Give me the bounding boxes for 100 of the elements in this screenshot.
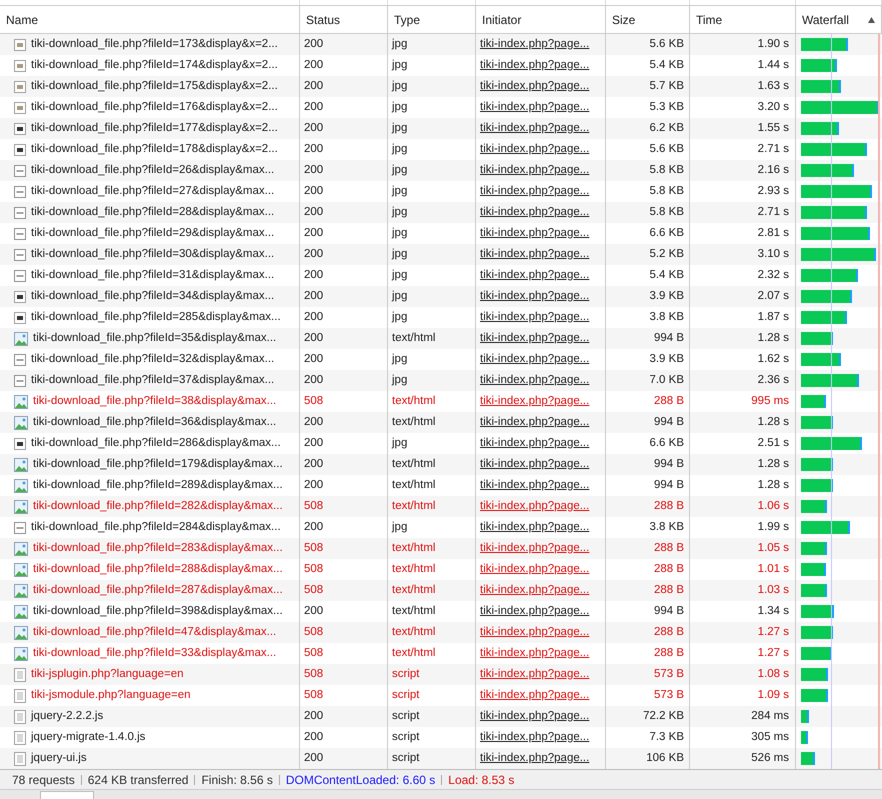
request-name[interactable]: tiki-download_file.php?fileId=284&display&max... (31, 518, 281, 536)
status-code: 200 (304, 330, 324, 346)
request-name[interactable]: tiki-download_file.php?fileId=35&display&max... (33, 330, 276, 348)
initiator-link[interactable]: tiki-index.php?page... (480, 602, 590, 620)
column-header[interactable]: Initiator (482, 10, 522, 28)
initiator-link[interactable]: tiki-index.php?page... (480, 476, 590, 494)
column-header[interactable]: Status (306, 10, 340, 28)
initiator-link[interactable]: tiki-index.php?page... (480, 36, 590, 54)
initiator-link[interactable]: tiki-index.php?page... (480, 182, 590, 200)
request-name[interactable]: tiki-download_file.php?fileId=36&display&max... (33, 414, 276, 432)
request-name[interactable]: tiki-download_file.php?fileId=282&display&max... (33, 498, 283, 516)
request-name[interactable]: tiki-jsplugin.php?language=en (31, 666, 184, 684)
waterfall-bar (801, 38, 848, 51)
waterfall-bar (801, 416, 833, 429)
time-text: 526 ms (751, 750, 789, 766)
request-name[interactable]: tiki-download_file.php?fileId=176&display&x=2... (31, 98, 278, 116)
request-name[interactable]: tiki-download_file.php?fileId=28&display&max... (31, 204, 274, 222)
request-name[interactable]: tiki-download_file.php?fileId=31&display&max... (31, 266, 274, 284)
request-name[interactable]: jquery-migrate-1.4.0.js (31, 728, 146, 746)
waterfall-bar (801, 479, 833, 492)
initiator-link[interactable]: tiki-index.php?page... (480, 120, 590, 138)
size-text: 994 B (654, 414, 684, 430)
type-text: text/html (392, 646, 436, 661)
time-text: 1.28 s (758, 478, 789, 493)
request-name[interactable]: tiki-download_file.php?fileId=30&display&max... (31, 246, 274, 264)
waterfall-bar (801, 185, 872, 198)
request-name[interactable]: tiki-download_file.php?fileId=177&display&x=2... (31, 120, 278, 138)
request-name[interactable]: tiki-jsmodule.php?language=en (31, 686, 191, 704)
initiator-link[interactable]: tiki-index.php?page... (480, 288, 590, 306)
waterfall-bar (801, 395, 826, 408)
status-code: 508 (304, 624, 324, 640)
initiator-link[interactable]: tiki-index.php?page... (480, 56, 590, 74)
request-name[interactable]: tiki-download_file.php?fileId=179&display&max... (33, 456, 283, 474)
request-name[interactable]: tiki-download_file.php?fileId=29&display&max... (31, 224, 274, 242)
initiator-link[interactable]: tiki-index.php?page... (480, 434, 590, 452)
column-header[interactable]: Time (696, 10, 722, 28)
size-text: 6.2 KB (649, 120, 684, 136)
initiator-link[interactable]: tiki-index.php?page... (480, 686, 590, 704)
initiator-link[interactable]: tiki-index.php?page... (480, 582, 590, 600)
request-name[interactable]: tiki-download_file.php?fileId=289&display&max... (33, 476, 283, 494)
initiator-link[interactable]: tiki-index.php?page... (480, 392, 590, 410)
waterfall-bar (801, 269, 858, 282)
status-code: 508 (304, 666, 324, 682)
column-header[interactable]: Type (394, 10, 420, 28)
type-text: jpg (392, 120, 408, 136)
request-name[interactable]: tiki-download_file.php?fileId=178&display&x=2... (31, 140, 278, 158)
column-header[interactable]: Size (612, 10, 636, 28)
request-name[interactable]: tiki-download_file.php?fileId=398&display&max... (33, 602, 283, 620)
initiator-link[interactable]: tiki-index.php?page... (480, 708, 590, 726)
column-header[interactable]: Name (6, 10, 38, 28)
status-code: 200 (304, 78, 324, 94)
initiator-link[interactable]: tiki-index.php?page... (480, 372, 590, 390)
request-name[interactable]: tiki-download_file.php?fileId=27&display&max... (31, 182, 274, 200)
initiator-link[interactable]: tiki-index.php?page... (480, 204, 590, 222)
initiator-link[interactable]: tiki-index.php?page... (480, 350, 590, 368)
waterfall-bar (801, 311, 847, 324)
request-name[interactable]: tiki-download_file.php?fileId=173&display&x=2... (31, 36, 278, 54)
status-code: 200 (304, 36, 324, 52)
request-name[interactable]: tiki-download_file.php?fileId=286&display&max... (31, 434, 281, 452)
request-name[interactable]: tiki-download_file.php?fileId=288&display&max... (33, 560, 283, 578)
request-name[interactable]: tiki-download_file.php?fileId=37&display&max... (31, 372, 274, 390)
column-header[interactable]: Waterfall (802, 10, 849, 28)
request-name[interactable]: tiki-download_file.php?fileId=287&display&max... (33, 582, 283, 600)
initiator-link[interactable]: tiki-index.php?page... (480, 750, 590, 768)
size-text: 3.9 KB (649, 352, 684, 367)
sort-icon[interactable] (868, 16, 875, 22)
initiator-link[interactable]: tiki-index.php?page... (480, 456, 590, 474)
initiator-link[interactable]: tiki-index.php?page... (480, 518, 590, 536)
initiator-link[interactable]: tiki-index.php?page... (480, 498, 590, 516)
initiator-link[interactable]: tiki-index.php?page... (480, 266, 590, 284)
initiator-link[interactable]: tiki-index.php?page... (480, 644, 590, 662)
initiator-link[interactable]: tiki-index.php?page... (480, 162, 590, 180)
initiator-link[interactable]: tiki-index.php?page... (480, 666, 590, 684)
request-name[interactable]: tiki-download_file.php?fileId=283&display&max... (33, 540, 283, 558)
initiator-link[interactable]: tiki-index.php?page... (480, 78, 590, 96)
time-text: 1.87 s (758, 310, 789, 325)
initiator-link[interactable]: tiki-index.php?page... (480, 540, 590, 558)
initiator-link[interactable]: tiki-index.php?page... (480, 728, 590, 746)
initiator-link[interactable]: tiki-index.php?page... (480, 98, 590, 116)
initiator-link[interactable]: tiki-index.php?page... (480, 330, 590, 348)
initiator-link[interactable]: tiki-index.php?page... (480, 414, 590, 432)
request-name[interactable]: tiki-download_file.php?fileId=32&display&max... (31, 350, 274, 368)
request-name[interactable]: tiki-download_file.php?fileId=26&display&max... (31, 162, 274, 180)
request-name[interactable]: tiki-download_file.php?fileId=285&display&max... (31, 308, 281, 326)
request-name[interactable]: tiki-download_file.php?fileId=33&display&max... (33, 644, 276, 662)
request-name[interactable]: tiki-download_file.php?fileId=174&display&x=2... (31, 56, 278, 74)
initiator-link[interactable]: tiki-index.php?page... (480, 308, 590, 326)
initiator-link[interactable]: tiki-index.php?page... (480, 560, 590, 578)
request-name[interactable]: tiki-download_file.php?fileId=47&display&max... (33, 624, 276, 642)
waterfall-bar (801, 626, 833, 639)
initiator-link[interactable]: tiki-index.php?page... (480, 224, 590, 242)
request-name[interactable]: tiki-download_file.php?fileId=34&display&max... (31, 288, 274, 306)
request-name[interactable]: jquery-ui.js (31, 750, 87, 768)
request-name[interactable]: tiki-download_file.php?fileId=38&display&max... (33, 392, 276, 410)
request-name[interactable]: tiki-download_file.php?fileId=175&display&x=2... (31, 78, 278, 96)
initiator-link[interactable]: tiki-index.php?page... (480, 246, 590, 264)
request-name[interactable]: jquery-2.2.2.js (31, 708, 104, 726)
initiator-link[interactable]: tiki-index.php?page... (480, 140, 590, 158)
initiator-link[interactable]: tiki-index.php?page... (480, 624, 590, 642)
size-text: 6.6 KB (649, 436, 684, 451)
